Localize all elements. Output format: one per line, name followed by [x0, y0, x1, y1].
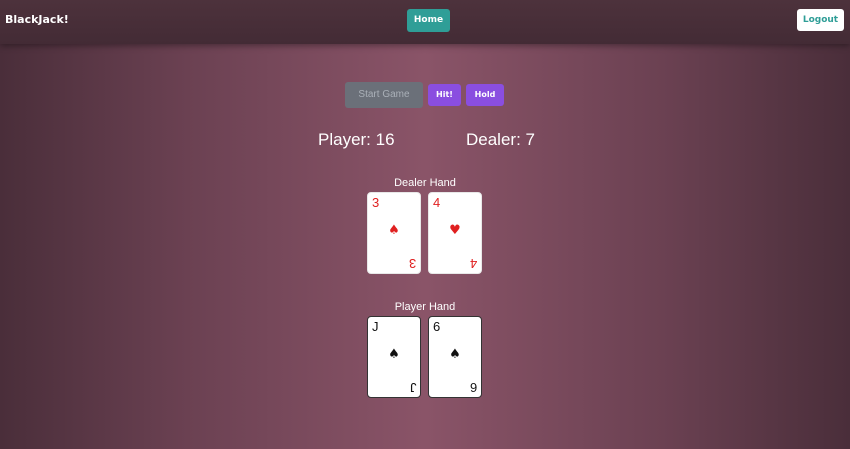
spade-icon: ♠ — [388, 223, 400, 238]
dealer-card-1: 3 ♠ 3 — [367, 192, 421, 274]
player-hand-label: Player Hand — [394, 301, 456, 313]
card-rank-inverted: J — [409, 380, 417, 395]
card-rank: 6 — [433, 319, 441, 334]
spade-icon: ♠ — [449, 347, 461, 362]
hit-button[interactable]: Hit! — [428, 84, 461, 106]
card-rank: J — [372, 319, 379, 334]
app-brand[interactable]: BlackJack! — [5, 13, 69, 26]
card-rank-inverted: 3 — [408, 256, 416, 271]
card-rank-inverted: 6 — [469, 380, 477, 395]
card-rank: 4 — [433, 195, 441, 210]
home-button[interactable]: Home — [407, 9, 450, 32]
navbar: BlackJack! Home Logout — [0, 0, 850, 44]
hold-button[interactable]: Hold — [466, 84, 504, 106]
spade-icon: ♠ — [388, 347, 400, 362]
start-game-button[interactable]: Start Game — [345, 82, 423, 108]
dealer-card-2: 4 ♥ 4 — [428, 192, 482, 274]
logout-button[interactable]: Logout — [797, 9, 844, 31]
dealer-hand-label: Dealer Hand — [394, 177, 456, 189]
card-rank: 3 — [372, 195, 380, 210]
player-card-2: 6 ♠ 6 — [428, 316, 482, 398]
heart-icon: ♥ — [449, 223, 461, 238]
card-rank-inverted: 4 — [469, 256, 477, 271]
player-score: Player: 16 — [318, 130, 395, 149]
dealer-score: Dealer: 7 — [466, 130, 535, 149]
player-card-1: J ♠ J — [367, 316, 421, 398]
